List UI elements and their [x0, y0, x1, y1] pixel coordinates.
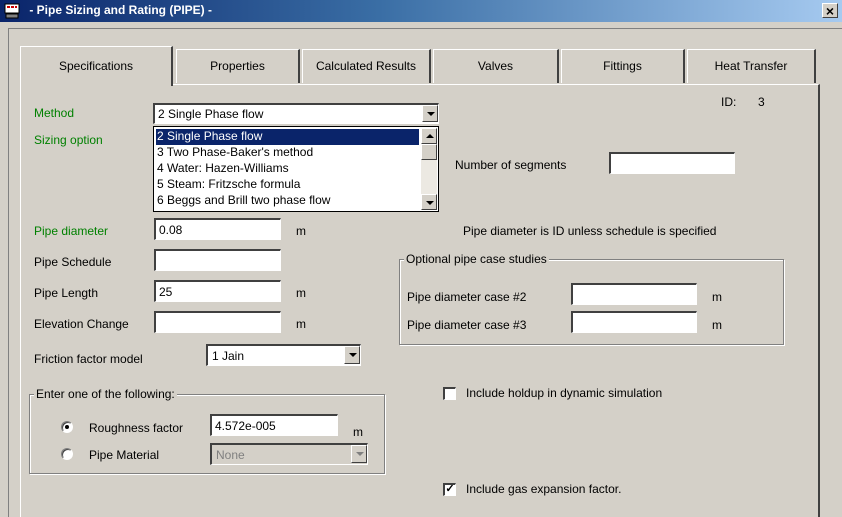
roughness-label: Roughness factor [89, 421, 184, 435]
case2-label: Pipe diameter case #2 [407, 290, 527, 304]
pipe-length-label: Pipe Length [34, 286, 99, 300]
method-dropdown-list[interactable]: 2 Single Phase flow 3 Two Phase-Baker's … [153, 126, 439, 212]
pipe-length-input[interactable] [154, 280, 281, 302]
pipe-material-dropdown-button[interactable] [351, 445, 367, 463]
roughness-radio[interactable] [61, 421, 73, 433]
method-select[interactable]: 2 Single Phase flow [153, 103, 439, 124]
pipe-material-radio[interactable] [61, 448, 73, 460]
roughness-unit: m [353, 425, 363, 439]
case3-input[interactable] [571, 311, 697, 333]
pipe-material-label: Pipe Material [89, 448, 160, 462]
pipe-length-unit: m [296, 286, 306, 300]
enter-one-title: Enter one of the following: [34, 387, 177, 401]
sizing-option-label: Sizing option [34, 133, 103, 147]
dropdown-option[interactable]: 4 Water: Hazen-Williams [156, 161, 289, 177]
method-dropdown-button[interactable] [422, 105, 438, 122]
case-studies-title: Optional pipe case studies [404, 252, 549, 266]
case3-unit: m [712, 318, 722, 332]
scroll-up-button[interactable] [421, 128, 437, 144]
elevation-change-label: Elevation Change [34, 317, 129, 331]
chevron-down-icon [349, 353, 357, 357]
method-value: 2 Single Phase flow [158, 107, 264, 121]
chevron-down-icon [356, 452, 364, 456]
id-label: ID: [721, 95, 737, 109]
elevation-change-input[interactable] [154, 311, 281, 333]
gas-expansion-label: Include gas expansion factor. [466, 482, 622, 496]
segments-label: Number of segments [455, 158, 567, 172]
checkmark-icon: ✓ [445, 483, 455, 495]
chevron-down-icon [426, 201, 434, 205]
pipe-schedule-label: Pipe Schedule [34, 255, 112, 269]
dropdown-option[interactable]: 6 Beggs and Brill two phase flow [156, 193, 330, 209]
roughness-input[interactable] [210, 414, 338, 436]
chevron-down-icon [427, 112, 435, 116]
friction-select[interactable]: 1 Jain [206, 344, 361, 366]
friction-value: 1 Jain [212, 349, 245, 363]
scroll-thumb[interactable] [421, 144, 437, 160]
holdup-label: Include holdup in dynamic simulation [466, 386, 663, 400]
method-label: Method [34, 106, 75, 120]
dropdown-scrollbar[interactable] [421, 128, 437, 210]
dropdown-option[interactable]: 2 Single Phase flow [155, 128, 420, 146]
pipe-diameter-label: Pipe diameter [34, 224, 109, 238]
diameter-note: Pipe diameter is ID unless schedule is s… [463, 224, 717, 238]
dropdown-option[interactable]: 3 Two Phase-Baker's method [156, 145, 313, 161]
dropdown-option[interactable]: 5 Steam: Fritzsche formula [156, 177, 300, 193]
pipe-material-select[interactable]: None [210, 443, 368, 465]
id-value: 3 [758, 95, 765, 109]
pipe-schedule-input[interactable] [154, 249, 281, 271]
holdup-checkbox[interactable] [443, 387, 456, 400]
case3-label: Pipe diameter case #3 [407, 318, 527, 332]
case2-unit: m [712, 290, 722, 304]
gas-expansion-checkbox[interactable]: ✓ [443, 483, 456, 496]
pipe-material-value: None [216, 448, 245, 462]
case2-input[interactable] [571, 283, 697, 305]
segments-input[interactable] [609, 152, 735, 174]
friction-label: Friction factor model [34, 352, 143, 366]
elevation-change-unit: m [296, 317, 306, 331]
pipe-diameter-input[interactable] [154, 218, 281, 240]
friction-dropdown-button[interactable] [344, 346, 360, 364]
scroll-down-button[interactable] [421, 194, 437, 210]
pipe-diameter-unit: m [296, 224, 306, 238]
chevron-up-icon [426, 134, 434, 138]
